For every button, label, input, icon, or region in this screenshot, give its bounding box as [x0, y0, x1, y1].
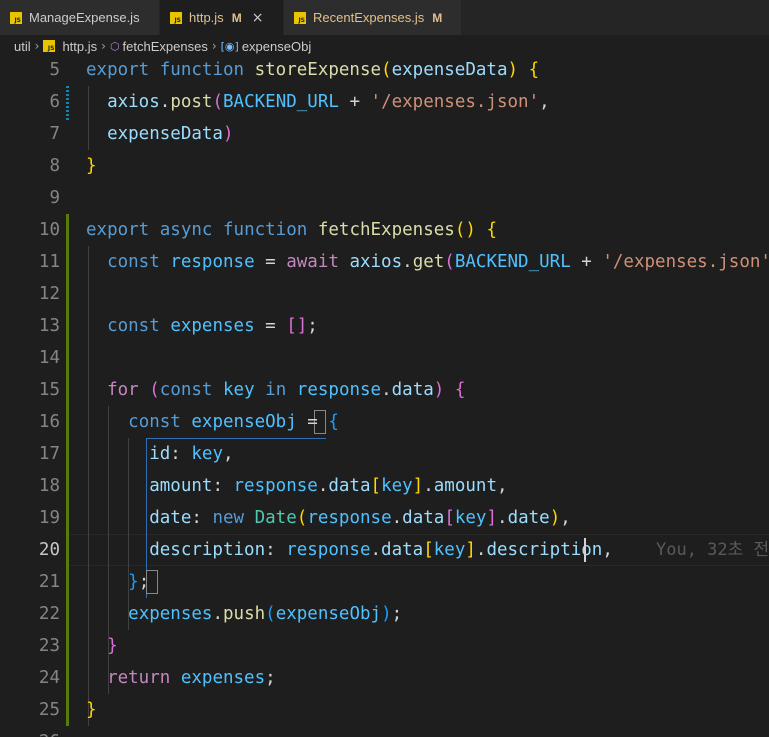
chevron-right-icon: ›: [34, 39, 40, 53]
line-number: 11: [38, 252, 60, 272]
line-number: 16: [38, 412, 60, 432]
code-text: amount: response.data[key].amount,: [149, 476, 508, 496]
code-line[interactable]: 5 export function storeExpense(expenseDa…: [0, 57, 769, 86]
tab-recent-expenses[interactable]: JS RecentExpenses.js M: [284, 0, 462, 35]
code-text: const expenses = [];: [107, 316, 318, 336]
chevron-right-icon: ›: [211, 39, 217, 53]
code-line[interactable]: 13 const expenses = [];: [0, 310, 769, 342]
code-line[interactable]: 16 const expenseObj = {: [0, 406, 769, 438]
tab-http[interactable]: JS http.js M ×: [160, 0, 284, 35]
modified-indicator: M: [231, 10, 242, 25]
code-text: export async function fetchExpenses() {: [86, 220, 497, 240]
tab-label: RecentExpenses.js: [313, 10, 425, 25]
tab-label: http.js: [189, 10, 224, 25]
code-text: }: [86, 700, 97, 720]
code-text: }: [107, 636, 118, 656]
code-text: const response = await axios.get(BACKEND…: [107, 252, 769, 272]
breadcrumb-variable[interactable]: [◉] expenseObj: [221, 39, 312, 54]
line-number: 23: [38, 636, 60, 656]
code-line[interactable]: 9: [0, 182, 769, 214]
modified-indicator: M: [432, 10, 443, 25]
code-line[interactable]: 6 axios.post(BACKEND_URL + '/expenses.js…: [0, 86, 769, 118]
code-line[interactable]: 8 }: [0, 150, 769, 182]
git-blame-annotation: You, 32초 전: [656, 540, 769, 560]
line-number: 25: [38, 700, 60, 720]
breadcrumb-file-label: http.js: [62, 38, 98, 54]
line-number: 19: [38, 508, 60, 528]
code-text: return expenses;: [107, 668, 276, 688]
chevron-right-icon: ›: [101, 39, 106, 53]
code-line[interactable]: 19 date: new Date(response.data[key].dat…: [0, 502, 769, 534]
breadcrumb-function-label: fetchExpenses: [122, 38, 208, 54]
line-number: 14: [38, 348, 60, 368]
code-text: description: response.data[key].descript…: [149, 540, 613, 560]
line-number: 12: [38, 284, 60, 304]
breadcrumb-function[interactable]: ⬡ fetchExpenses: [110, 39, 208, 54]
code-text: expenses.push(expenseObj);: [128, 604, 403, 624]
code-line[interactable]: 11 const response = await axios.get(BACK…: [0, 246, 769, 278]
code-text: expenseData): [107, 124, 234, 144]
line-number: 6: [49, 92, 60, 112]
line-number: 20: [38, 540, 60, 560]
code-line[interactable]: 17 id: key,: [0, 438, 769, 470]
code-line[interactable]: 10 export async function fetchExpenses()…: [0, 214, 769, 246]
tab-manage-expense[interactable]: JS ManageExpense.js: [0, 0, 160, 35]
code-line[interactable]: 21 };: [0, 566, 769, 598]
editor-tab-bar: JS ManageExpense.js JS http.js M × JS Re…: [0, 0, 769, 35]
line-number: 7: [49, 124, 60, 144]
code-line[interactable]: 25 }: [0, 694, 769, 726]
line-number: 9: [49, 188, 60, 208]
line-number: 26: [0, 726, 60, 737]
code-line[interactable]: 7 expenseData): [0, 118, 769, 150]
javascript-file-icon: JS: [294, 11, 306, 24]
variable-symbol-icon: [◉]: [220, 39, 239, 53]
line-number: 13: [38, 316, 60, 336]
line-number: 18: [38, 476, 60, 496]
tab-label: ManageExpense.js: [29, 10, 140, 25]
code-line[interactable]: 12: [0, 278, 769, 310]
text-cursor: [584, 538, 586, 562]
code-line[interactable]: 20 description: response.data[key].descr…: [0, 534, 769, 566]
code-text: id: key,: [149, 444, 234, 464]
line-number: 15: [38, 380, 60, 400]
line-number: 10: [38, 220, 60, 240]
code-text: for (const key in response.data) {: [107, 380, 466, 400]
breadcrumb-variable-label: expenseObj: [241, 38, 312, 54]
code-text: axios.post(BACKEND_URL + '/expenses.json…: [107, 92, 550, 112]
line-number: 22: [38, 604, 60, 624]
breadcrumb-folder[interactable]: util: [14, 39, 31, 54]
javascript-file-icon: JS: [43, 40, 56, 52]
code-text: date: new Date(response.data[key].date),: [149, 508, 571, 528]
code-line[interactable]: 22 expenses.push(expenseObj);: [0, 598, 769, 630]
code-text: const expenseObj = {: [128, 412, 339, 432]
line-number: 5: [49, 60, 60, 80]
line-number: 17: [38, 444, 60, 464]
code-line[interactable]: 24 return expenses;: [0, 662, 769, 694]
code-line[interactable]: 14: [0, 342, 769, 374]
code-line[interactable]: 18 amount: response.data[key].amount,: [0, 470, 769, 502]
code-line[interactable]: 26: [0, 726, 769, 737]
function-symbol-icon: ⬡: [109, 39, 120, 53]
close-icon[interactable]: ×: [252, 10, 264, 26]
javascript-file-icon: JS: [10, 11, 22, 24]
code-text: }: [86, 156, 97, 176]
breadcrumb-file[interactable]: JS http.js: [43, 39, 97, 54]
code-text: };: [128, 572, 150, 592]
javascript-file-icon: JS: [170, 11, 182, 24]
line-number: 21: [38, 572, 60, 592]
code-editor[interactable]: 5 export function storeExpense(expenseDa…: [0, 57, 769, 737]
code-line[interactable]: 15 for (const key in response.data) {: [0, 374, 769, 406]
breadcrumb: util › JS http.js › ⬡ fetchExpenses › [◉…: [0, 35, 769, 57]
code-text: export function storeExpense(expenseData…: [86, 60, 540, 80]
code-line[interactable]: 23 }: [0, 630, 769, 662]
line-number: 24: [38, 668, 60, 688]
line-number: 8: [49, 156, 60, 176]
